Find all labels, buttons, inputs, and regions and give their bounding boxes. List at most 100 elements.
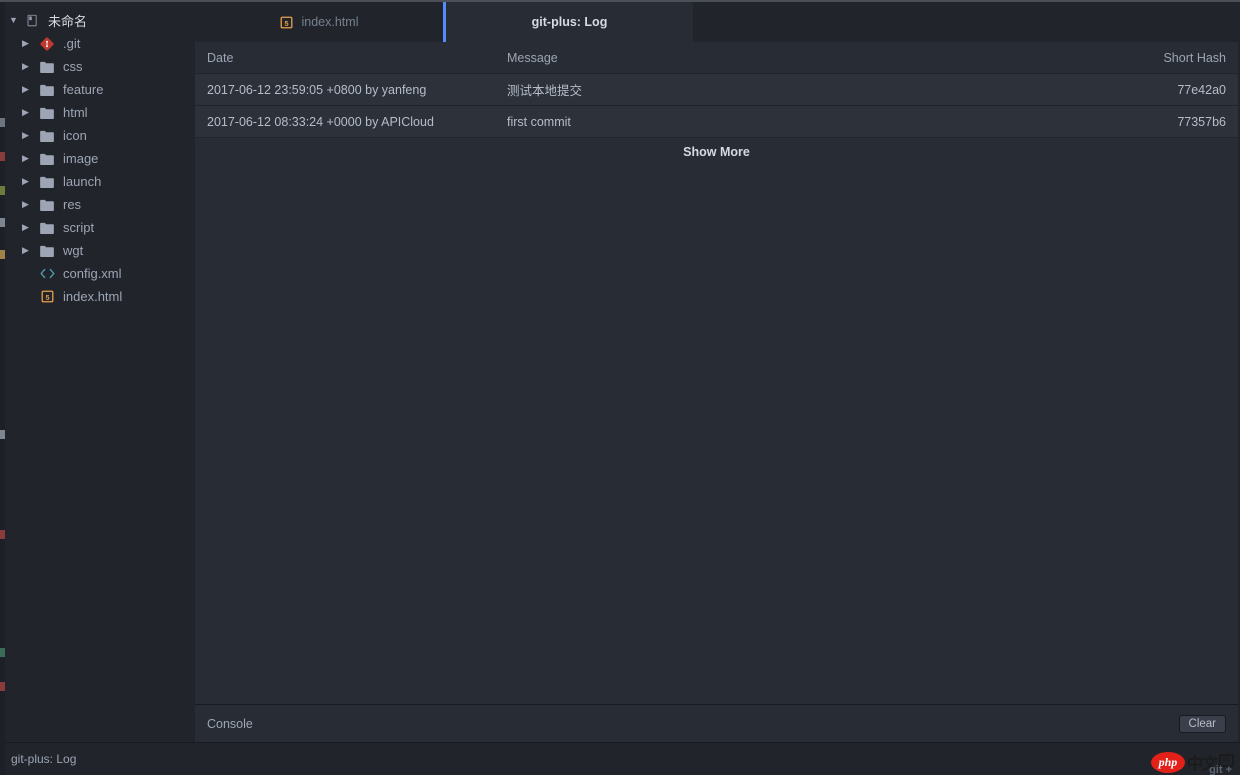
repo-icon [23, 13, 41, 29]
tree-item-label: css [63, 59, 83, 74]
folder-icon [38, 128, 56, 144]
tab-git-plus-log-label: git-plus: Log [531, 15, 608, 29]
tree-item-image[interactable]: ▶ image [0, 147, 193, 170]
watermark-git-text: git + [1209, 764, 1232, 775]
tab-index-html[interactable]: 5 index.html [193, 2, 443, 42]
tree-item-label: index.html [63, 289, 123, 304]
column-header-date: Date [207, 50, 234, 65]
git-icon [38, 36, 56, 52]
commit-message: 测试本地提交 [507, 84, 583, 98]
tree-item-html[interactable]: ▶ html [0, 101, 193, 124]
tree-item-label: script [63, 220, 95, 235]
watermark-cn-text: 中文 [1186, 756, 1218, 773]
tree-item-feature[interactable]: ▶ feature [0, 78, 193, 101]
folder-icon [38, 174, 56, 190]
tree-item-label: config.xml [63, 266, 122, 281]
tree-item-res[interactable]: ▶ res [0, 193, 193, 216]
commit-date: 2017-06-12 08:33:24 +0000 by APICloud [207, 114, 434, 129]
chevron-right-icon: ▶ [22, 84, 29, 94]
tree-item-config-xml[interactable]: config.xml [0, 262, 193, 285]
tab-index-html-label: index.html [301, 15, 359, 29]
table-row[interactable]: 2017-06-12 08:33:24 +0000 by APICloud fir… [195, 106, 1238, 138]
workspace-row: ▼ 未命名 ▶ .git ▶ css ▶ feature ▶ html ▶ icon ▶ image ▶… [0, 0, 1240, 742]
tree-item-git[interactable]: ▶ .git [0, 32, 193, 55]
git-log-panel: Date Message Short Hash 2017-06-12 23:59… [195, 42, 1238, 704]
folder-icon [38, 59, 56, 75]
console-label: Console [207, 716, 253, 731]
chevron-right-icon: ▶ [22, 61, 29, 71]
column-header-hash: Short Hash [1163, 50, 1226, 65]
watermark-box-char: 网 [1218, 753, 1234, 767]
folder-icon [38, 197, 56, 213]
folder-icon [38, 82, 56, 98]
commit-message: first commit [507, 114, 571, 129]
folder-icon [38, 151, 56, 167]
chevron-right-icon: ▶ [22, 130, 29, 140]
tree-item-launch[interactable]: ▶ launch [0, 170, 193, 193]
commit-short-hash: 77357b6 [1177, 114, 1226, 129]
chevron-right-icon: ▶ [22, 38, 29, 48]
chevron-right-icon: ▶ [22, 199, 29, 209]
tree-item-label: feature [63, 82, 104, 97]
html5-file-icon: 5 [278, 14, 296, 30]
svg-text:5: 5 [45, 293, 49, 302]
git-log-table: Date Message Short Hash 2017-06-12 23:59… [195, 42, 1238, 166]
tree-item-label: html [63, 105, 88, 120]
console-bar: Console Clear [195, 704, 1238, 742]
tree-item-label: image [63, 151, 99, 166]
chevron-down-icon: ▼ [9, 15, 18, 25]
tree-view-sidebar[interactable]: ▼ 未命名 ▶ .git ▶ css ▶ feature ▶ html ▶ icon ▶ image ▶… [0, 2, 193, 742]
code-file-icon [38, 266, 56, 282]
table-row[interactable]: 2017-06-12 23:59:05 +0800 by yanfeng 测试本地… [195, 74, 1238, 106]
tree-item-icon[interactable]: ▶ icon [0, 124, 193, 147]
editor-workspace: 5 index.html git-plus: Log Date Message … [193, 2, 1240, 742]
window-top-border [0, 0, 1240, 2]
git-log-table-header: Date Message Short Hash [195, 42, 1238, 74]
edge-mark [0, 218, 5, 227]
edge-mark [0, 430, 5, 439]
edge-mark [0, 152, 5, 161]
tab-git-plus-log[interactable]: git-plus: Log [443, 2, 693, 42]
svg-text:5: 5 [284, 18, 288, 27]
tree-item-index-html[interactable]: 5 index.html [0, 285, 193, 308]
edge-mark [0, 250, 5, 259]
column-header-message: Message [507, 50, 558, 65]
tree-item-label: res [63, 197, 82, 212]
tree-item-label: wgt [63, 243, 84, 258]
chevron-right-icon: ▶ [22, 176, 29, 186]
edge-mark [0, 530, 5, 539]
watermark-php-logo: php [1150, 751, 1185, 773]
tree-item-script[interactable]: ▶ script [0, 216, 193, 239]
tree-item-label: launch [63, 174, 102, 189]
tree-item-css[interactable]: ▶ css [0, 55, 193, 78]
folder-icon [38, 220, 56, 236]
left-edge-strip [0, 0, 5, 775]
clear-button[interactable]: Clear [1178, 714, 1226, 733]
chevron-right-icon: ▶ [22, 222, 29, 232]
folder-icon [38, 105, 56, 121]
commit-short-hash: 77e42a0 [1177, 82, 1226, 97]
git-log-rows: 2017-06-12 23:59:05 +0800 by yanfeng 测试本地… [195, 74, 1238, 138]
edge-mark [0, 648, 5, 657]
tree-item-label: .git [63, 36, 81, 51]
git-log-empty-area [195, 166, 1238, 704]
tree-project-root[interactable]: ▼ 未命名 [0, 9, 193, 32]
edge-mark [0, 118, 5, 127]
edge-mark [0, 186, 5, 195]
tree-item-label: icon [63, 128, 87, 143]
atom-window: ▼ 未命名 ▶ .git ▶ css ▶ feature ▶ html ▶ icon ▶ image ▶… [0, 0, 1240, 775]
chevron-right-icon: ▶ [22, 245, 29, 255]
tree-item-list: ▶ .git ▶ css ▶ feature ▶ html ▶ icon ▶ image ▶ launch… [0, 32, 193, 308]
folder-icon [38, 243, 56, 259]
tree-item-wgt[interactable]: ▶ wgt [0, 239, 193, 262]
html5-file-icon: 5 [38, 289, 56, 305]
chevron-right-icon: ▶ [22, 153, 29, 163]
watermark: php 中文 网 git + [1150, 750, 1234, 775]
tab-bar: 5 index.html git-plus: Log [193, 2, 1240, 42]
chevron-right-icon: ▶ [22, 107, 29, 117]
show-more-button[interactable]: Show More [195, 138, 1238, 166]
status-bar-text: git-plus: Log [11, 752, 77, 766]
tree-project-root-label: 未命名 [48, 14, 88, 29]
edge-mark [0, 682, 5, 691]
commit-date: 2017-06-12 23:59:05 +0800 by yanfeng [207, 82, 427, 97]
